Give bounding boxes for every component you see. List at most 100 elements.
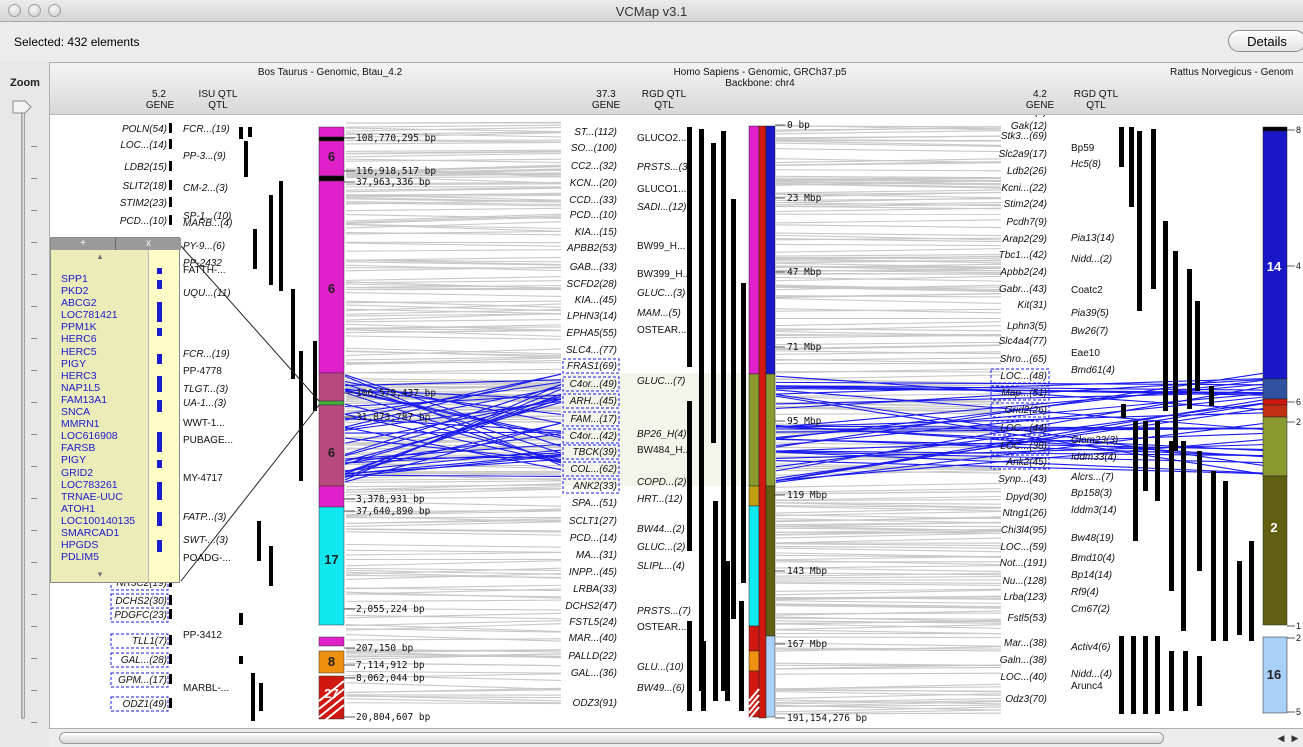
bos-chromosome-label[interactable]: 8 <box>328 654 335 669</box>
bos-bp-label[interactable]: 2,055,224 bp <box>356 604 425 615</box>
rat-qtl-bar[interactable] <box>1183 651 1188 711</box>
rat-tick-label[interactable]: 1 <box>1296 621 1301 631</box>
rat-gene-label[interactable]: Stim2(24) <box>1004 199 1047 210</box>
human-gene-label[interactable]: ANK2(33) <box>572 481 617 492</box>
rat-qtl-bar[interactable] <box>1119 127 1124 167</box>
human-qtl-bar[interactable] <box>687 621 692 711</box>
human-backbone-segment[interactable] <box>748 650 760 672</box>
rat-chromosome-segment[interactable] <box>1262 475 1288 626</box>
human-qtl-label[interactable]: BW99_H... <box>637 241 685 252</box>
rat-gene-label[interactable]: LOC...(48) <box>1000 371 1047 382</box>
human-gene-label[interactable]: SCLT1(27) <box>569 516 617 527</box>
rat-qtl-bar[interactable] <box>1151 129 1156 289</box>
rat-gene-label[interactable]: Not...(191) <box>1000 558 1047 569</box>
bos-qtl-bar[interactable] <box>299 351 303 481</box>
human-gene-label[interactable]: MAR...(40) <box>569 633 617 644</box>
human-qtl-label[interactable]: BW49...(6) <box>637 683 685 694</box>
bos-qtl-label[interactable]: MARB...(4) <box>183 218 232 229</box>
bos-qtl-label[interactable]: WWT-1... <box>183 418 225 429</box>
rat-qtl-bar[interactable] <box>1197 451 1202 571</box>
rat-qtl-label[interactable]: Pia39(5) <box>1071 308 1109 319</box>
rat-chromosome-label[interactable]: 16 <box>1267 667 1281 682</box>
popup-gene-item[interactable]: SNCA <box>61 406 151 418</box>
rat-qtl-label[interactable]: Activ4(6) <box>1070 642 1110 653</box>
rat-gene-label[interactable]: LOC...(38) <box>1000 441 1047 452</box>
popup-gene-item[interactable]: LOC616908 <box>61 430 151 442</box>
rat-gene-label[interactable]: Tbc1...(42) <box>999 250 1047 261</box>
human-qtl-bar[interactable] <box>711 143 716 443</box>
human-gene-label[interactable]: CORD29... <box>568 115 617 118</box>
bos-qtl-label[interactable]: FATP...(3) <box>183 512 226 523</box>
bos-chromosome-label[interactable]: 6 <box>328 445 335 460</box>
bos-gene-mark[interactable] <box>169 635 172 645</box>
rat-qtl-bar[interactable] <box>1237 561 1242 635</box>
rat-qtl-label[interactable]: Nidd...(4) <box>1071 669 1112 680</box>
popup-scroll-down-icon[interactable]: ▼ <box>51 570 149 580</box>
human-gene-label[interactable]: EPHA5(55) <box>566 328 617 339</box>
bos-qtl-label[interactable]: CM-2...(3) <box>183 183 228 194</box>
scroll-right-arrow[interactable]: ▶ <box>1289 732 1301 744</box>
human-gene-label[interactable]: SPA...(51) <box>572 498 617 509</box>
popup-gene-item[interactable]: PIGY <box>61 358 151 370</box>
backbone-tick-label[interactable]: 95 Mbp <box>787 416 822 427</box>
rat-qtl-label[interactable]: Cm67(2) <box>1071 604 1110 615</box>
bos-bp-label[interactable]: 31,873,787 bp <box>356 412 431 423</box>
human-gene-label[interactable]: FRAS1(69) <box>567 361 617 372</box>
bos-gene-label[interactable]: LDB2(15) <box>124 162 167 173</box>
human-qtl-label[interactable]: HRT...(12) <box>637 494 683 505</box>
rat-gene-label[interactable]: Kit(31) <box>1018 300 1047 311</box>
bos-gene-mark[interactable] <box>169 698 172 708</box>
rat-chromosome-segment[interactable] <box>1262 404 1288 418</box>
bos-qtl-label[interactable]: FATTH-... <box>183 265 226 276</box>
human-gene-label[interactable]: CC2...(32) <box>571 161 617 172</box>
human-gene-label[interactable]: ARH...(45) <box>569 396 617 407</box>
human-gene-label[interactable]: KCN...(20) <box>570 178 617 189</box>
human-backbone-segment[interactable] <box>765 485 776 637</box>
popup-gene-item[interactable]: LOC100140135 <box>61 515 151 527</box>
zoom-slider-thumb[interactable] <box>12 100 32 114</box>
human-qtl-label[interactable]: PRSTS...(3) <box>637 162 691 173</box>
bos-qtl-label[interactable]: FCR...(19) <box>183 349 230 360</box>
bos-bp-label[interactable]: 3,378,931 bp <box>356 494 425 505</box>
human-qtl-label[interactable]: BP26_H(4) <box>637 429 686 440</box>
popup-gene-item[interactable]: PIGY <box>61 454 151 466</box>
popup-gene-item[interactable]: PKD2 <box>61 285 151 297</box>
human-backbone-segment[interactable] <box>765 125 776 375</box>
human-gene-label[interactable]: GAL...(36) <box>571 668 617 679</box>
human-gene-label[interactable]: APBB2(53) <box>566 243 617 254</box>
bos-qtl-bar[interactable] <box>269 546 273 586</box>
rat-chromosome-label[interactable]: 14 <box>1267 259 1282 274</box>
human-gene-label[interactable]: ST...(112) <box>574 127 617 138</box>
rat-gene-label[interactable]: Mar...(38) <box>1004 638 1047 649</box>
human-qtl-label[interactable]: BW44...(2) <box>637 524 685 535</box>
human-qtl-bar[interactable] <box>739 601 744 711</box>
rat-qtl-bar[interactable] <box>1121 404 1126 418</box>
rat-gene-label[interactable]: Synp...(43) <box>998 474 1047 485</box>
popup-gene-item[interactable]: FARSB <box>61 442 151 454</box>
human-gene-label[interactable]: DCHS2(47) <box>565 601 617 612</box>
human-gene-label[interactable]: PCD...(10) <box>570 210 617 221</box>
popup-scroll-up-icon[interactable]: ▲ <box>51 252 149 262</box>
rat-qtl-bar[interactable] <box>1187 269 1192 409</box>
bos-qtl-bar[interactable] <box>313 341 317 411</box>
rat-gene-label[interactable]: Odz3(70) <box>1005 694 1047 705</box>
human-backbone-segment[interactable] <box>748 505 760 627</box>
human-qtl-bar[interactable] <box>687 127 692 367</box>
popup-close-button[interactable]: x <box>116 238 181 250</box>
rat-qtl-label[interactable]: Bp158(3) <box>1071 488 1112 499</box>
bos-gene-mark[interactable] <box>169 161 172 171</box>
rat-qtl-label[interactable]: Coatc2 <box>1071 285 1103 296</box>
rat-gene-label[interactable]: Apbb2(24) <box>999 267 1047 278</box>
bos-gene-label[interactable]: STIM2(23) <box>120 198 167 209</box>
rat-gene-label[interactable]: Map...(51) <box>1001 388 1047 399</box>
rat-qtl-label[interactable]: Hc5(8) <box>1071 159 1101 170</box>
human-backbone-segment[interactable] <box>748 373 760 487</box>
human-qtl-label[interactable]: GLUCO2... <box>637 133 686 144</box>
backbone-tick-label[interactable]: 191,154,276 bp <box>787 713 867 724</box>
rat-gene-label[interactable]: Stk3...(69) <box>1001 131 1047 142</box>
rat-qtl-bar[interactable] <box>1169 441 1174 591</box>
human-gene-label[interactable]: KIA...(15) <box>575 227 617 238</box>
rat-qtl-bar[interactable] <box>1155 421 1160 501</box>
bos-qtl-label[interactable]: POADG-... <box>183 553 231 564</box>
bos-chromosome-segment[interactable] <box>318 400 345 406</box>
